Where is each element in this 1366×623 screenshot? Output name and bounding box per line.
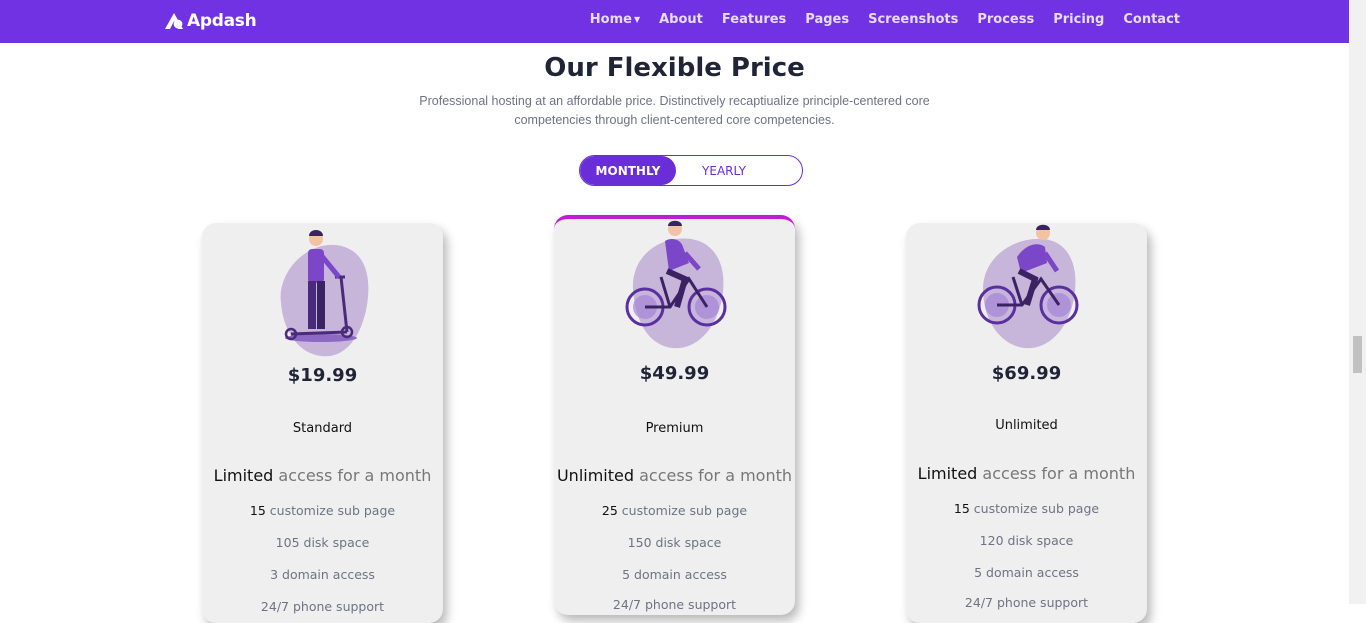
yearly-toggle-button[interactable]: YEARLY <box>676 156 772 185</box>
nav-item-pricing[interactable]: Pricing <box>1053 12 1104 27</box>
plan-name: Standard <box>292 421 353 436</box>
nav-item-process[interactable]: Process <box>977 12 1034 27</box>
apdash-logo-icon <box>165 13 183 29</box>
top-navbar: Apdash Home ▼ About Features Pages Screen… <box>0 0 1349 43</box>
feature-domain: 5 domain access <box>974 565 1079 580</box>
access-text: access for a month <box>278 466 432 485</box>
access-strong: Limited <box>917 464 978 483</box>
access-strong: Unlimited <box>556 466 635 485</box>
feature-text: customize sub page <box>269 503 396 518</box>
brand-name: Apdash <box>187 11 257 31</box>
feature-support: 24/7 phone support <box>964 595 1089 610</box>
plan-price: $49.99 <box>639 363 710 384</box>
subtitle-line: competencies through client-centered cor… <box>514 113 835 127</box>
billing-toggle: MONTHLY YEARLY <box>579 155 803 186</box>
plan-name: Premium <box>645 421 704 436</box>
feature-sub-page: 15 customize sub page <box>202 503 443 518</box>
nav-item-pages[interactable]: Pages <box>805 12 849 27</box>
nav-item-screenshots[interactable]: Screenshots <box>868 12 958 27</box>
nav-item-features[interactable]: Features <box>722 12 786 27</box>
nav-item-home[interactable]: Home ▼ <box>590 12 640 27</box>
monthly-toggle-button[interactable]: MONTHLY <box>580 156 676 185</box>
nav-item-about[interactable]: About <box>659 12 703 27</box>
feature-text: customize sub page <box>973 501 1100 516</box>
chevron-down-icon: ▼ <box>633 15 641 24</box>
brand[interactable]: Apdash <box>163 10 257 32</box>
plan-access: Limited access for a month <box>202 466 443 485</box>
feature-domain: 3 domain access <box>270 567 375 582</box>
feature-disk: 120 disk space <box>979 533 1074 548</box>
section-subtitle: Professional hosting at an affordable pr… <box>404 92 945 130</box>
plan-access: Unlimited access for a month <box>554 466 795 485</box>
pricing-card-premium: $49.99 Premium Unlimited access for a mo… <box>554 215 795 615</box>
scrollbar-thumb[interactable] <box>1353 336 1362 373</box>
scooter-rider-illustration-icon <box>280 230 368 357</box>
feature-sub-page: 15 customize sub page <box>906 501 1147 516</box>
subtitle-line: Professional hosting at an affordable pr… <box>419 94 930 108</box>
feature-count: 15 <box>953 501 970 516</box>
feature-sub-page: 25 customize sub page <box>554 503 795 518</box>
plan-access: Limited access for a month <box>906 464 1147 483</box>
feature-disk: 105 disk space <box>275 535 370 550</box>
plan-name: Unlimited <box>995 418 1058 433</box>
cyclist-illustration-icon <box>977 224 1078 349</box>
main-nav: Home ▼ About Features Pages Screenshots P… <box>571 12 1180 27</box>
pricing-card-unlimited: $69.99 Unlimited Limited access for a mo… <box>906 223 1147 623</box>
feature-support: 24/7 phone support <box>612 597 737 612</box>
access-strong: Limited <box>213 466 274 485</box>
access-text: access for a month <box>639 466 793 485</box>
section-title: Our Flexible Price <box>544 53 805 83</box>
nav-label: Home <box>589 12 632 27</box>
access-text: access for a month <box>982 464 1136 483</box>
feature-count: 25 <box>601 503 618 518</box>
feature-text: customize sub page <box>621 503 748 518</box>
plan-price: $69.99 <box>991 363 1062 384</box>
pricing-card-standard: $19.99 Standard Limited access for a mon… <box>202 223 443 623</box>
plan-price: $19.99 <box>287 365 358 386</box>
cyclist-illustration-icon <box>625 220 726 349</box>
page-scrollbar[interactable] <box>1349 0 1366 604</box>
feature-disk: 150 disk space <box>627 535 722 550</box>
feature-support: 24/7 phone support <box>260 599 385 614</box>
feature-domain: 5 domain access <box>622 567 727 582</box>
nav-item-contact[interactable]: Contact <box>1123 12 1180 27</box>
feature-count: 15 <box>249 503 266 518</box>
